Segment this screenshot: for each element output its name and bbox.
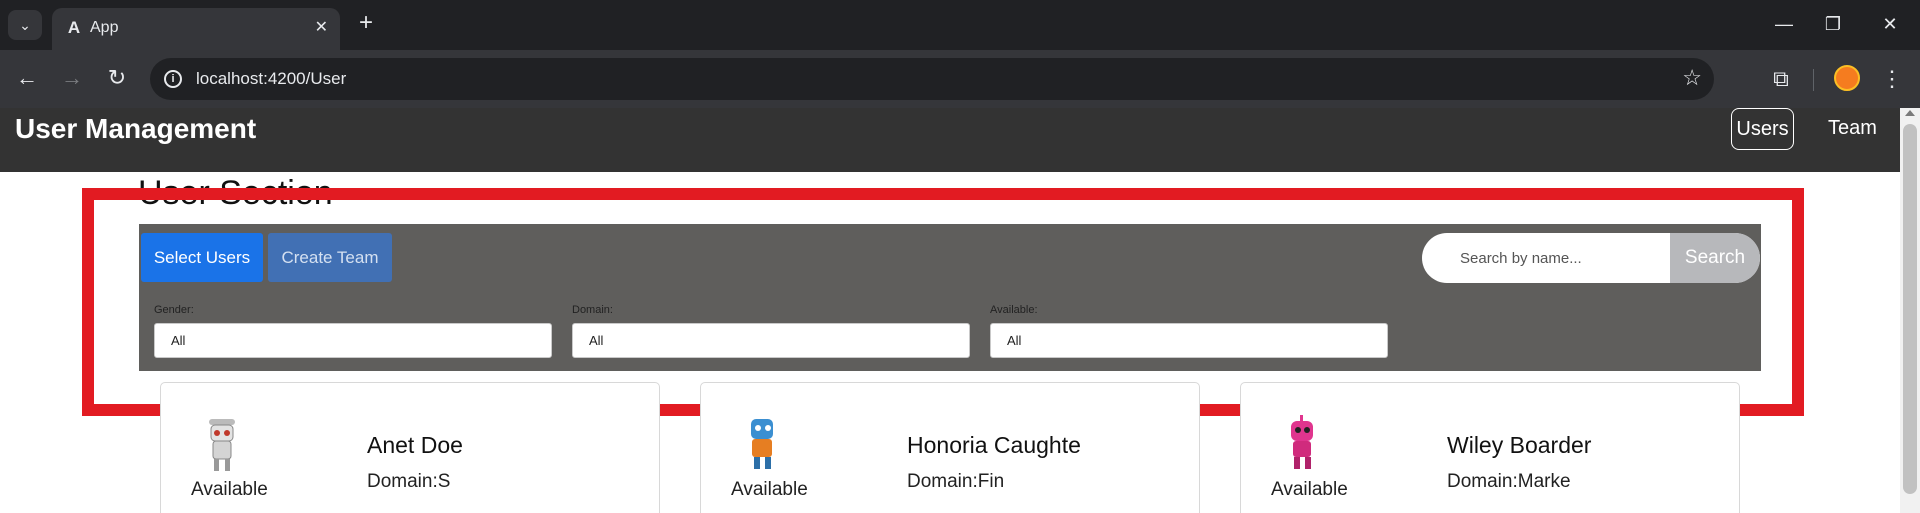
scroll-up-arrow-icon[interactable] bbox=[1905, 110, 1915, 116]
nav-users[interactable]: Users bbox=[1731, 108, 1794, 150]
browser-tab-bar: ⌄ A App ✕ + — ❐ ✕ bbox=[0, 0, 1920, 50]
app-header: User Management Users Team bbox=[0, 108, 1900, 172]
user-name: Anet Doe bbox=[367, 432, 463, 458]
restore-icon[interactable]: ❐ bbox=[1818, 12, 1848, 36]
page-viewport: User Management Users Team User Section … bbox=[0, 108, 1900, 513]
user-domain: Domain:Fin bbox=[907, 471, 1005, 492]
user-card[interactable]: Available Wiley Boarder Domain:Marke bbox=[1240, 382, 1740, 513]
tab-title: App bbox=[90, 19, 119, 36]
nav-team[interactable]: Team bbox=[1820, 108, 1885, 150]
close-window-icon[interactable]: ✕ bbox=[1875, 12, 1905, 36]
user-status: Available bbox=[731, 479, 808, 500]
user-card[interactable]: Available Anet Doe Domain:S bbox=[160, 382, 660, 513]
site-info-icon[interactable]: i bbox=[164, 70, 182, 88]
robot-avatar-icon bbox=[209, 419, 235, 471]
scroll-thumb[interactable] bbox=[1903, 124, 1917, 494]
extensions-icon[interactable]: ⧉ bbox=[1766, 64, 1796, 94]
forward-icon[interactable]: → bbox=[57, 64, 87, 94]
robot-avatar-icon bbox=[1291, 415, 1313, 469]
profile-avatar[interactable] bbox=[1834, 65, 1860, 91]
app-title: User Management bbox=[15, 113, 257, 144]
page-scrollbar[interactable] bbox=[1900, 108, 1920, 513]
url-text[interactable]: localhost:4200/User bbox=[196, 69, 346, 89]
user-domain: Domain:Marke bbox=[1447, 471, 1571, 492]
user-name: Honoria Caughte bbox=[907, 432, 1081, 458]
browser-menu-icon[interactable]: ⋮ bbox=[1880, 64, 1904, 94]
new-tab-icon[interactable]: + bbox=[352, 10, 380, 38]
back-icon[interactable]: ← bbox=[12, 64, 42, 94]
bookmark-star-icon[interactable]: ☆ bbox=[1682, 66, 1702, 90]
browser-tab[interactable]: A App ✕ bbox=[52, 8, 340, 50]
robot-avatar-icon bbox=[751, 419, 773, 469]
tab-search-button[interactable]: ⌄ bbox=[8, 10, 42, 40]
user-name: Wiley Boarder bbox=[1447, 432, 1592, 458]
user-domain: Domain:S bbox=[367, 471, 451, 492]
user-card[interactable]: Available Honoria Caughte Domain:Fin bbox=[700, 382, 1200, 513]
address-bar[interactable]: i localhost:4200/User ☆ bbox=[150, 58, 1714, 100]
reload-icon[interactable]: ↻ bbox=[102, 64, 132, 94]
close-tab-icon[interactable]: ✕ bbox=[315, 17, 328, 39]
user-status: Available bbox=[191, 479, 268, 500]
user-status: Available bbox=[1271, 479, 1348, 500]
angular-icon: A bbox=[67, 18, 81, 37]
minimize-icon[interactable]: — bbox=[1769, 12, 1799, 36]
toolbar-divider bbox=[1813, 69, 1814, 91]
browser-toolbar: ← → ↻ i localhost:4200/User ☆ ⧉ ⋮ bbox=[0, 50, 1920, 108]
